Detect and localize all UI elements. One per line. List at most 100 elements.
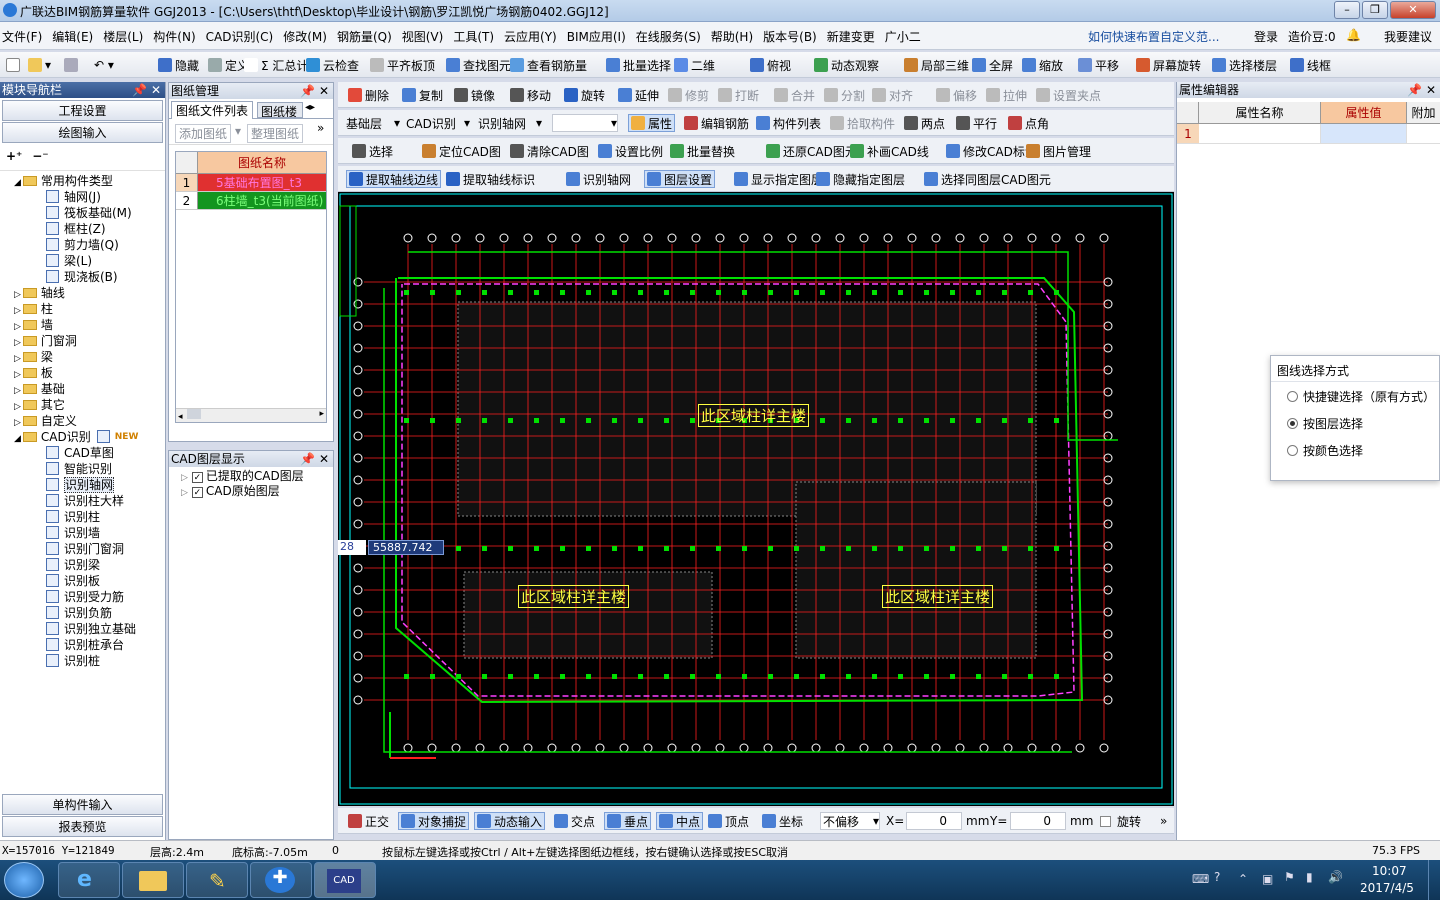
select-mode-option-1[interactable]: 按图层选择 bbox=[1287, 415, 1439, 442]
tree-folder-1[interactable]: ▷ 柱 bbox=[14, 301, 165, 317]
toolbar5-btn-1[interactable]: 提取轴线标识 bbox=[446, 170, 535, 188]
taskbar-pen-app[interactable]: ✎ bbox=[186, 862, 248, 898]
tree-item-cad-13[interactable]: 识别桩 bbox=[14, 653, 165, 669]
tree-item-common-2[interactable]: 框柱(Z) bbox=[14, 221, 165, 237]
axis-select[interactable]: 识别轴网 bbox=[478, 114, 526, 132]
layer-item-1[interactable]: ▷ ✓ CAD原始图层 bbox=[181, 484, 333, 499]
toolbar2-btn-13[interactable]: 设置夹点 bbox=[1036, 86, 1101, 104]
toolbar2-btn-2[interactable]: 镜像 bbox=[454, 86, 495, 104]
clock-date[interactable]: 2017/4/5 bbox=[1360, 881, 1414, 895]
tray-arrow-icon[interactable]: ⌃ bbox=[1238, 872, 1248, 886]
tree-item-cad-9[interactable]: 识别受力筋 bbox=[14, 589, 165, 605]
menu-item-13[interactable]: 版本号(B) bbox=[763, 28, 817, 45]
tree-folder-4[interactable]: ▷ 梁 bbox=[14, 349, 165, 365]
toolbar2-btn-11[interactable]: 偏移 bbox=[936, 86, 977, 104]
tree-item-cad-0[interactable]: CAD草图 bbox=[14, 445, 165, 461]
toolbar4-btn-5[interactable]: 还原CAD图元 bbox=[766, 142, 857, 160]
layer-item-0[interactable]: ▷ ✓ 已提取的CAD图层 bbox=[181, 469, 333, 484]
toolbar2-btn-5[interactable]: 延伸 bbox=[618, 86, 659, 104]
collapse-all-icon[interactable]: −⁻ bbox=[32, 149, 48, 163]
tree-folder-0[interactable]: ▷ 轴线 bbox=[14, 285, 165, 301]
toolbar1-btn-8[interactable]: 二维 bbox=[674, 56, 715, 74]
tree-item-cad-10[interactable]: 识别负筋 bbox=[14, 605, 165, 621]
radio-button[interactable] bbox=[1287, 445, 1298, 456]
radio-button[interactable] bbox=[1287, 418, 1298, 429]
toolbar1-btn-6[interactable]: 查看钢筋量 bbox=[510, 56, 587, 74]
save-icon[interactable] bbox=[64, 56, 81, 74]
tree-folder-8[interactable]: ▷ 自定义 bbox=[14, 413, 165, 429]
select-mode-option-2[interactable]: 按颜色选择 bbox=[1287, 442, 1439, 469]
table-row[interactable]: 2 6柱墙_t3(当前图纸) bbox=[176, 192, 326, 210]
taskbar-ie[interactable]: e bbox=[58, 862, 120, 898]
tab-file-list[interactable]: 图纸文件列表 bbox=[171, 101, 254, 119]
start-button[interactable] bbox=[4, 862, 44, 898]
toolbar2-btn-3[interactable]: 移动 bbox=[510, 86, 551, 104]
add-drawing-button[interactable]: 添加图纸 bbox=[175, 124, 232, 143]
menu-item-10[interactable]: BIM应用(I) bbox=[567, 28, 626, 45]
toolbar1-btn-16[interactable]: 选择楼层 bbox=[1212, 56, 1277, 74]
toolbar1-btn-10[interactable]: 动态观察 bbox=[814, 56, 879, 74]
minimize-button[interactable]: – bbox=[1334, 1, 1360, 19]
maximize-button[interactable]: ❐ bbox=[1362, 1, 1388, 19]
toolbar4-btn-3[interactable]: 设置比例 bbox=[598, 142, 663, 160]
toolbar2-btn-8[interactable]: 合并 bbox=[774, 86, 815, 104]
toolbar3-btn-4[interactable]: 两点 bbox=[904, 114, 945, 132]
tree-folder-7[interactable]: ▷ 其它 bbox=[14, 397, 165, 413]
floor-dropdown-icon[interactable]: ▾ bbox=[394, 114, 400, 132]
open-file-icon[interactable]: ▾ bbox=[28, 56, 51, 74]
tree-item-cad-6[interactable]: 识别门窗洞 bbox=[14, 541, 165, 557]
clock-time[interactable]: 10:07 bbox=[1372, 864, 1407, 878]
toolbar2-btn-4[interactable]: 旋转 bbox=[564, 86, 605, 104]
toolbar1-btn-0[interactable]: 隐藏 bbox=[158, 56, 199, 74]
help-link[interactable]: 如何快速布置自定义范... bbox=[1088, 28, 1219, 45]
toolbar5-btn-6[interactable]: 选择同图层CAD图元 bbox=[924, 170, 1051, 188]
tree-item-cad-12[interactable]: 识别桩承台 bbox=[14, 637, 165, 653]
toolbar4-btn-2[interactable]: 清除CAD图 bbox=[510, 142, 589, 160]
toolbar1-btn-7[interactable]: 批量选择 bbox=[606, 56, 671, 74]
menu-item-3[interactable]: 构件(N) bbox=[153, 28, 195, 45]
more-arrow-icon[interactable]: » bbox=[1160, 812, 1167, 830]
volume-icon[interactable]: 🔊 bbox=[1328, 870, 1343, 884]
menu-item-4[interactable]: CAD识别(C) bbox=[206, 28, 274, 45]
more-arrow-icon[interactable]: » bbox=[317, 121, 324, 135]
taskbar-ggj[interactable]: ✚ bbox=[250, 862, 312, 898]
radio-button[interactable] bbox=[1287, 391, 1298, 402]
undo-icon[interactable]: ↶ ▾ bbox=[94, 56, 114, 74]
tree-item-cad-4[interactable]: 识别柱 bbox=[14, 509, 165, 525]
flag-icon[interactable]: ⚑ bbox=[1284, 870, 1295, 884]
floor-select[interactable]: 基础层 bbox=[346, 114, 382, 132]
toolbar1-btn-9[interactable]: 俯视 bbox=[750, 56, 791, 74]
drawing-input-button[interactable]: 绘图输入 bbox=[2, 122, 163, 143]
tree-folder-3[interactable]: ▷ 门窗洞 bbox=[14, 333, 165, 349]
toolbar3-btn-1[interactable]: 编辑钢筋 bbox=[684, 114, 749, 132]
axis-dropdown-icon[interactable]: ▾ bbox=[536, 114, 542, 132]
toolbar4-btn-7[interactable]: 修改CAD标注 bbox=[946, 142, 1037, 160]
coord-input-value[interactable]: 55887.742 bbox=[368, 540, 444, 555]
tab-scroll-arrows[interactable]: ◂▸ bbox=[305, 102, 315, 113]
tree-item-cad-5[interactable]: 识别墙 bbox=[14, 525, 165, 541]
menu-item-11[interactable]: 在线服务(S) bbox=[636, 28, 701, 45]
tab-floor[interactable]: 图纸楼 bbox=[257, 102, 303, 118]
offset-select[interactable]: 不偏移 ▾ bbox=[820, 812, 880, 830]
project-settings-button[interactable]: 工程设置 bbox=[2, 100, 163, 121]
menu-item-5[interactable]: 修改(M) bbox=[283, 28, 327, 45]
toolbar5-btn-2[interactable]: 识别轴网 bbox=[566, 170, 631, 188]
menu-item-8[interactable]: 工具(T) bbox=[453, 28, 494, 45]
table-row[interactable]: 1 5基础布置图_t3 bbox=[176, 174, 326, 192]
tree-item-common-3[interactable]: 剪力墙(Q) bbox=[14, 237, 165, 253]
select-mode-option-0[interactable]: 快捷键选择（原有方式） bbox=[1287, 388, 1439, 415]
tree-item-common-4[interactable]: 梁(L) bbox=[14, 253, 165, 269]
toolbar1-btn-14[interactable]: 平移 bbox=[1078, 56, 1119, 74]
suggest-link[interactable]: 我要建议 bbox=[1384, 28, 1432, 45]
toolbar1-btn-15[interactable]: 屏幕旋转 bbox=[1136, 56, 1201, 74]
menu-item-0[interactable]: 文件(F) bbox=[2, 28, 42, 45]
cad-plan-svg[interactable] bbox=[338, 192, 1174, 806]
tree-item-cad-8[interactable]: 识别板 bbox=[14, 573, 165, 589]
toolbar3-btn-0[interactable]: 属性 bbox=[628, 114, 676, 132]
cad-dropdown-icon[interactable]: ▾ bbox=[464, 114, 470, 132]
tree-folder-5[interactable]: ▷ 板 bbox=[14, 365, 165, 381]
tree-item-cad-2[interactable]: 识别轴网 bbox=[14, 477, 165, 493]
close-button[interactable]: ✕ bbox=[1390, 1, 1436, 19]
tree-folder-6[interactable]: ▷ 基础 bbox=[14, 381, 165, 397]
bell-icon[interactable]: 🔔 bbox=[1346, 28, 1361, 42]
